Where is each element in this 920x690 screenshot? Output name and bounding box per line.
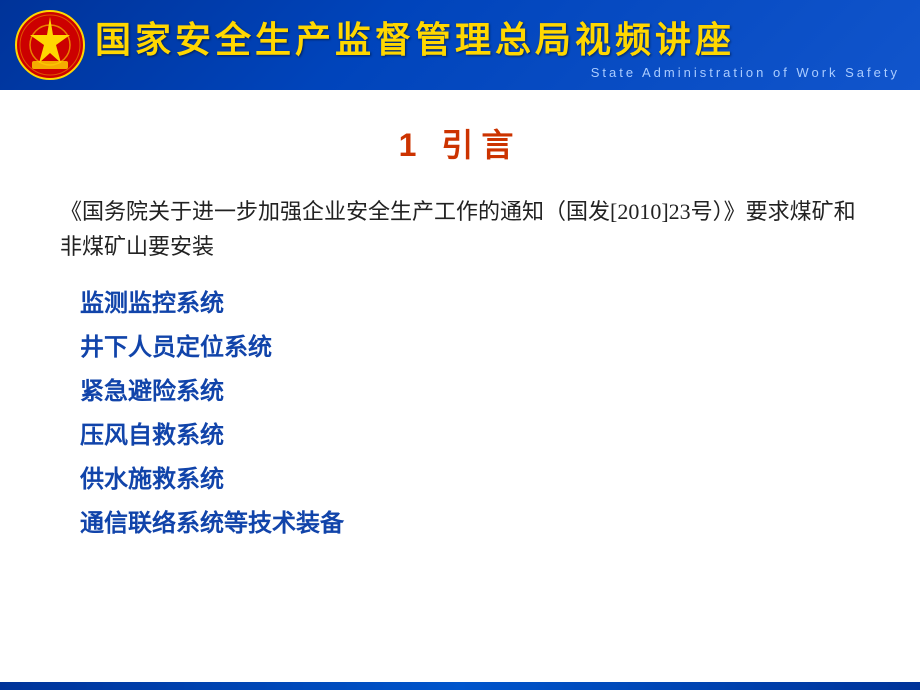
bullet-item-2: 紧急避险系统	[80, 374, 860, 410]
header-title-block: 国家安全生产监督管理总局视频讲座 State Administration of…	[95, 11, 920, 80]
main-content: 1 引言 《国务院关于进一步加强企业安全生产工作的通知（国发[2010]23号）…	[0, 90, 920, 682]
bullet-item-1: 井下人员定位系统	[80, 330, 860, 366]
bullet-item-4: 供水施救系统	[80, 462, 860, 498]
header-title-en: State Administration of Work Safety	[95, 65, 920, 80]
bullet-item-3: 压风自救系统	[80, 418, 860, 454]
bullet-item-5: 通信联络系统等技术装备	[80, 506, 860, 542]
intro-paragraph: 《国务院关于进一步加强企业安全生产工作的通知（国发[2010]23号）》要求煤矿…	[60, 194, 860, 264]
slide-container: 国家安全生产监督管理总局视频讲座 State Administration of…	[0, 0, 920, 690]
header-bar: 国家安全生产监督管理总局视频讲座 State Administration of…	[0, 0, 920, 90]
header-title-cn: 国家安全生产监督管理总局视频讲座	[95, 11, 920, 63]
bullet-item-0: 监测监控系统	[80, 286, 860, 322]
bottom-bar	[0, 682, 920, 690]
logo-emblem	[10, 5, 90, 85]
slide-title: 1 引言	[60, 120, 860, 166]
bullet-list: 监测监控系统井下人员定位系统紧急避险系统压风自救系统供水施救系统通信联络系统等技…	[60, 286, 860, 542]
